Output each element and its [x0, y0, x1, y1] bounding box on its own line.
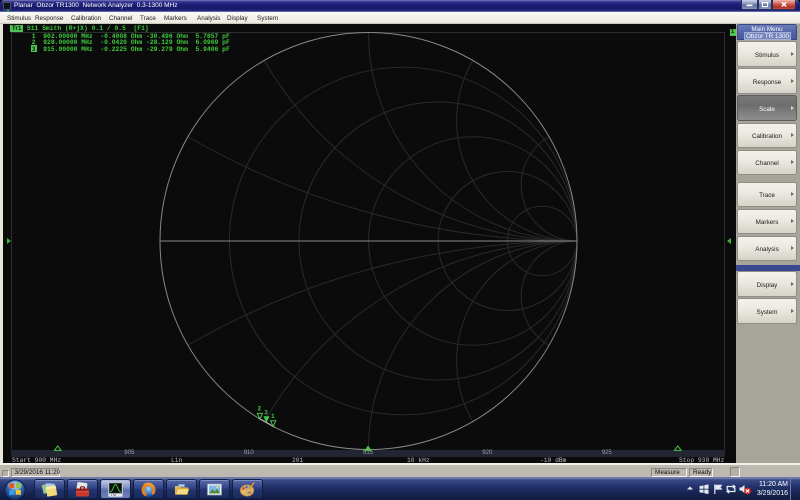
svg-text:3: 3 — [264, 409, 268, 416]
svg-text:2: 2 — [258, 406, 262, 413]
svg-text:1: 1 — [271, 413, 275, 420]
